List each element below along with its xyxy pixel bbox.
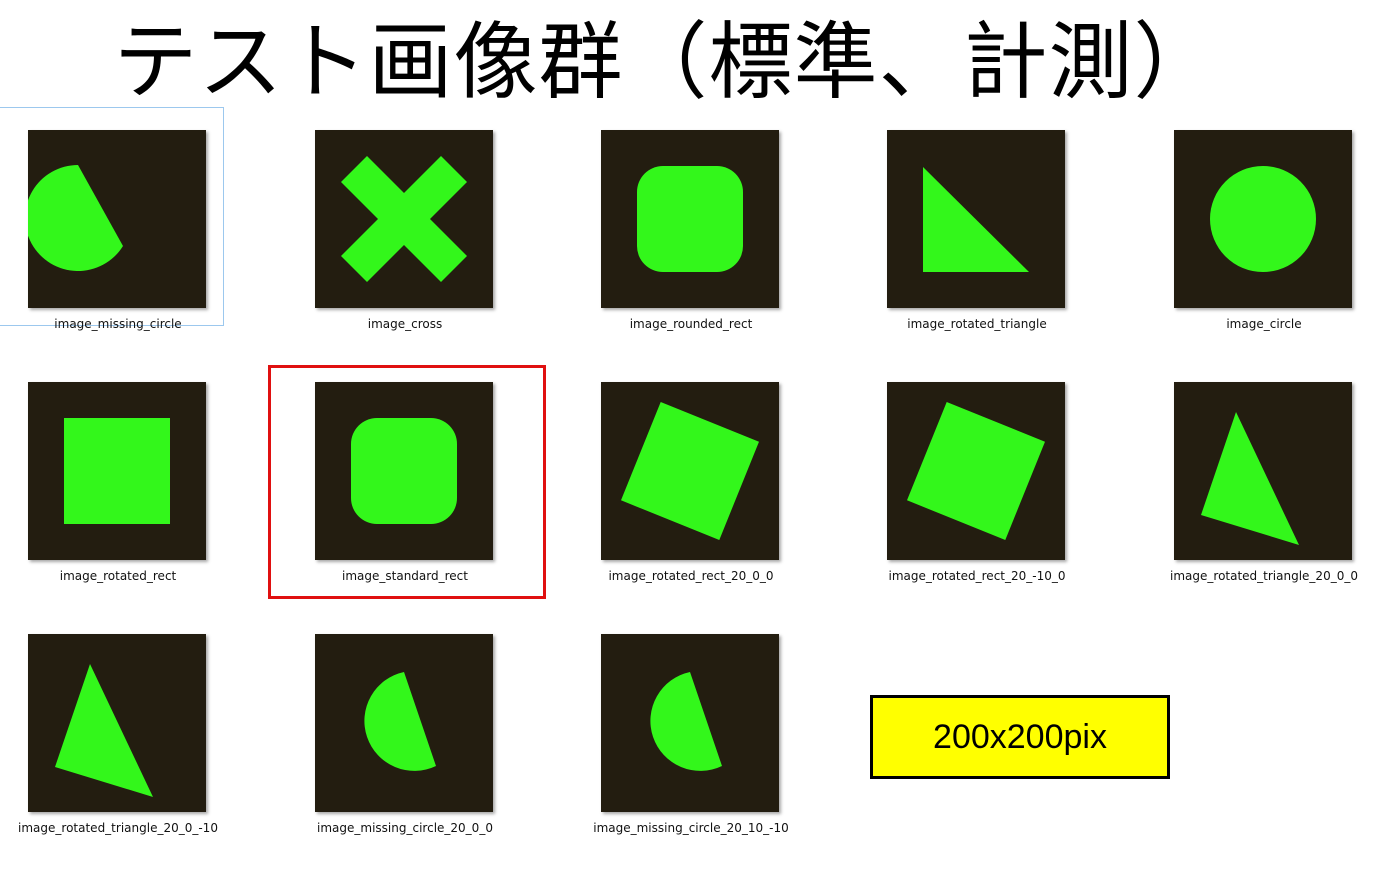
- thumbnail-right-triangle[interactable]: [887, 130, 1065, 308]
- thumbnail-rotated-square[interactable]: [601, 382, 779, 560]
- thumbnail-rotated-half-circle[interactable]: [315, 634, 493, 812]
- file-name-label[interactable]: image_standard_rect: [277, 569, 533, 583]
- file-item[interactable]: image_rounded_rect: [583, 120, 819, 340]
- thumbnail-missing-circle[interactable]: [28, 130, 206, 308]
- file-item[interactable]: image_missing_circle: [0, 107, 246, 340]
- file-name-label[interactable]: image_cross: [277, 317, 533, 331]
- file-name-label[interactable]: image_rounded_rect: [563, 317, 819, 331]
- file-item[interactable]: image_rotated_rect_20_0_0: [583, 372, 819, 592]
- thumbnail-rounded-rect[interactable]: [315, 382, 493, 560]
- file-item[interactable]: image_rotated_rect: [10, 372, 246, 592]
- file-name-label[interactable]: image_missing_circle_20_10_-10: [563, 821, 819, 835]
- thumbnail-rotated-triangle[interactable]: [1174, 382, 1352, 560]
- file-name-label[interactable]: image_rotated_triangle_20_0_0: [1136, 569, 1380, 583]
- file-item[interactable]: image_cross: [297, 120, 533, 340]
- file-item[interactable]: image_rotated_rect_20_-10_0: [869, 372, 1105, 592]
- file-item[interactable]: image_circle: [1156, 120, 1380, 340]
- thumbnail-square[interactable]: [28, 382, 206, 560]
- thumbnail-cross[interactable]: [315, 130, 493, 308]
- file-item[interactable]: image_rotated_triangle_20_0_-10: [10, 624, 246, 844]
- file-name-label[interactable]: image_missing_circle: [0, 317, 246, 331]
- thumbnail-rotated-triangle[interactable]: [28, 634, 206, 812]
- file-name-label[interactable]: image_rotated_triangle: [849, 317, 1105, 331]
- file-item[interactable]: image_standard_rect: [297, 372, 533, 592]
- file-item[interactable]: image_missing_circle_20_10_-10: [583, 624, 819, 844]
- file-item[interactable]: image_rotated_triangle_20_0_0: [1156, 372, 1380, 592]
- file-item[interactable]: image_missing_circle_20_0_0: [297, 624, 533, 844]
- file-name-label[interactable]: image_rotated_rect_20_-10_0: [849, 569, 1105, 583]
- file-name-label[interactable]: image_rotated_triangle_20_0_-10: [0, 821, 246, 835]
- file-name-label[interactable]: image_rotated_rect: [0, 569, 246, 583]
- page-title: テスト画像群（標準、計測）: [113, 13, 1219, 111]
- thumbnail-rotated-half-circle[interactable]: [601, 634, 779, 812]
- file-item[interactable]: image_rotated_triangle: [869, 120, 1105, 340]
- file-name-label[interactable]: image_circle: [1136, 317, 1380, 331]
- file-name-label[interactable]: image_rotated_rect_20_0_0: [563, 569, 819, 583]
- thumbnail-circle[interactable]: [1174, 130, 1352, 308]
- file-name-label[interactable]: image_missing_circle_20_0_0: [277, 821, 533, 835]
- size-note: 200x200pix: [870, 695, 1170, 779]
- thumbnail-rotated-square[interactable]: [887, 382, 1065, 560]
- thumbnail-rounded-rect[interactable]: [601, 130, 779, 308]
